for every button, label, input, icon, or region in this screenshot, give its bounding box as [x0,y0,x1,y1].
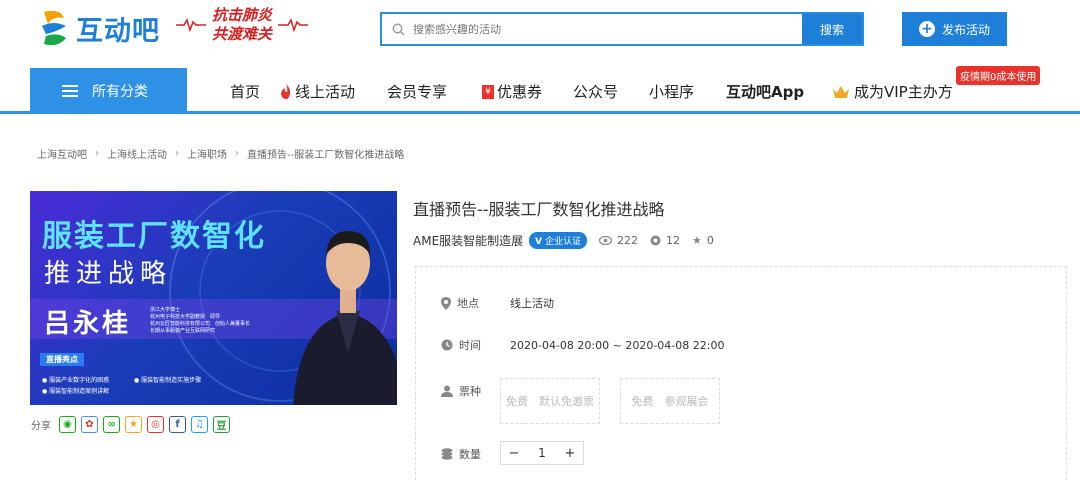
weibo-icon[interactable]: ◎ [147,416,164,433]
time-label: 时间 [459,339,481,352]
views-count: 222 [599,234,638,247]
wechat-icon[interactable]: ◉ [59,416,76,433]
favorites-count[interactable]: ★ 0 [692,234,714,247]
quantity-value[interactable]: 1 [527,442,557,464]
plus-icon: + [918,21,935,37]
main-nav: 所有分类 首页 线上活动 会员专享 ¥ 优惠券 公众号 小程序 互动吧App 成… [0,66,1080,114]
all-categories-button[interactable]: 所有分类 [30,68,187,114]
increment-button[interactable]: + [557,442,583,464]
event-meta: AME服装智能制造展 V 企业认证 222 12 ★ 0 [413,232,714,249]
eye-icon [599,236,613,245]
nav-home[interactable]: 首页 [230,81,260,102]
poster-highlight-label: 直播亮点 [40,353,84,366]
comment-icon [650,235,661,246]
nav-members[interactable]: 会员专享 [387,81,447,102]
nav-mini-program[interactable]: 小程序 [649,81,694,102]
time-row: 时间 2020-04-08 20:00 ~ 2020-04-08 22:00 [441,337,724,353]
quantity-label: 数量 [459,448,481,461]
nav-coupons[interactable]: ¥ 优惠券 [482,81,542,102]
location-pin-icon [441,296,451,310]
site-logo[interactable]: 互动吧 [38,8,160,48]
quantity-stepper: − 1 + [500,441,584,465]
link-icon[interactable]: ∞ [103,416,120,433]
ticket-option[interactable]: 免费 参观展会 [620,378,720,424]
heartbeat-icon [278,18,309,32]
menu-icon [62,82,78,100]
ticket-row: 票种 [441,383,503,399]
breadcrumb-current: 直播预告--服装工厂数智化推进战略 [247,150,405,161]
search-button[interactable]: 搜索 [802,14,862,44]
poster-bullet: ● 服装智能制造案例讲解 [42,388,110,395]
location-value: 线上活动 [510,297,554,310]
poster-speaker-bio: 浙江大学博士 杭州电子科技大学副教授 硕导 杭州云匠智能科技有限公司 创始人兼董… [150,307,251,334]
ticket-label: 票种 [459,385,481,398]
moments-icon[interactable]: ✿ [81,416,98,433]
comments-count: 12 [650,234,680,247]
publish-label: 发布活动 [941,22,990,37]
poster-bullet: ● 服装产业数字化的困惑 [42,377,110,384]
nav-online-events[interactable]: 线上活动 [280,81,355,102]
campaign-line-1: 抗击肺炎 [212,6,273,24]
logo-text: 互动吧 [76,15,160,47]
star-icon: ★ [692,234,702,247]
decrement-button[interactable]: − [501,442,527,464]
event-info-panel: 地点 线上活动 时间 2020-04-08 20:00 ~ 2020-04-08… [415,266,1067,480]
douban-icon[interactable]: 豆 [213,416,230,433]
event-poster: 服装工厂数智化 推进战略 吕永桂 浙江大学博士 杭州电子科技大学副教授 硕导 杭… [30,191,397,405]
breadcrumb-link[interactable]: 上海线上活动 [107,146,167,161]
crown-icon [833,85,849,98]
logo-icon [38,8,72,48]
user-icon [441,385,453,397]
nav-app[interactable]: 互动吧App [726,81,804,102]
heartbeat-icon [176,18,206,32]
chevron-right-icon: › [235,148,239,159]
search-icon [392,22,405,35]
clock-icon [441,339,453,351]
twitter-icon[interactable]: ♫ [191,416,208,433]
flame-icon [281,84,291,99]
quantity-row: 数量 [441,446,503,462]
chevron-right-icon: › [95,148,99,159]
poster-title: 服装工厂数智化 [42,219,266,254]
search-field [382,14,802,44]
poster-subtitle: 推进战略 [44,259,173,289]
breadcrumb: 上海互动吧 › 上海线上活动 › 上海职场 › 直播预告--服装工厂数智化推进战… [37,146,404,161]
time-value: 2020-04-08 20:00 ~ 2020-04-08 22:00 [510,338,725,352]
organizer-link[interactable]: AME服装智能制造展 [413,232,523,249]
search-bar: 搜索 [380,12,864,46]
stack-icon [441,448,453,460]
search-input[interactable] [413,22,773,36]
coupon-icon: ¥ [482,84,494,99]
vip-promo-tag: 疫情期0成本使用 [956,66,1041,85]
speaker-photo [293,231,397,405]
share-label: 分享 [31,421,51,432]
breadcrumb-link[interactable]: 上海职场 [187,146,227,161]
qzone-icon[interactable]: ★ [125,416,142,433]
ticket-option[interactable]: 免费 默认免邀票 [500,378,600,424]
campaign-line-2: 共渡难关 [212,25,273,43]
poster-bullet: ● 服装智能制造实施步骤 [134,377,202,384]
location-label: 地点 [457,297,479,310]
chevron-right-icon: › [175,148,179,159]
share-bar: 分享 ◉ ✿ ∞ ★ ◎ f ♫ 豆 [31,416,230,433]
poster-speaker: 吕永桂 [44,309,132,339]
nav-vip[interactable]: 成为VIP主办方 [832,81,953,102]
all-categories-label: 所有分类 [92,84,148,100]
breadcrumb-link[interactable]: 上海互动吧 [37,146,87,161]
top-header: 互动吧 抗击肺炎 共渡难关 搜索 + 发布活动 [0,0,1080,62]
nav-official-account[interactable]: 公众号 [573,81,618,102]
facebook-icon[interactable]: f [169,416,186,433]
location-row: 地点 线上活动 [441,295,554,311]
event-title: 直播预告--服装工厂数智化推进战略 [413,200,665,219]
campaign-banner: 抗击肺炎 共渡难关 [176,6,309,44]
publish-event-button[interactable]: + 发布活动 [902,12,1007,46]
verified-badge: V 企业认证 [529,232,588,249]
